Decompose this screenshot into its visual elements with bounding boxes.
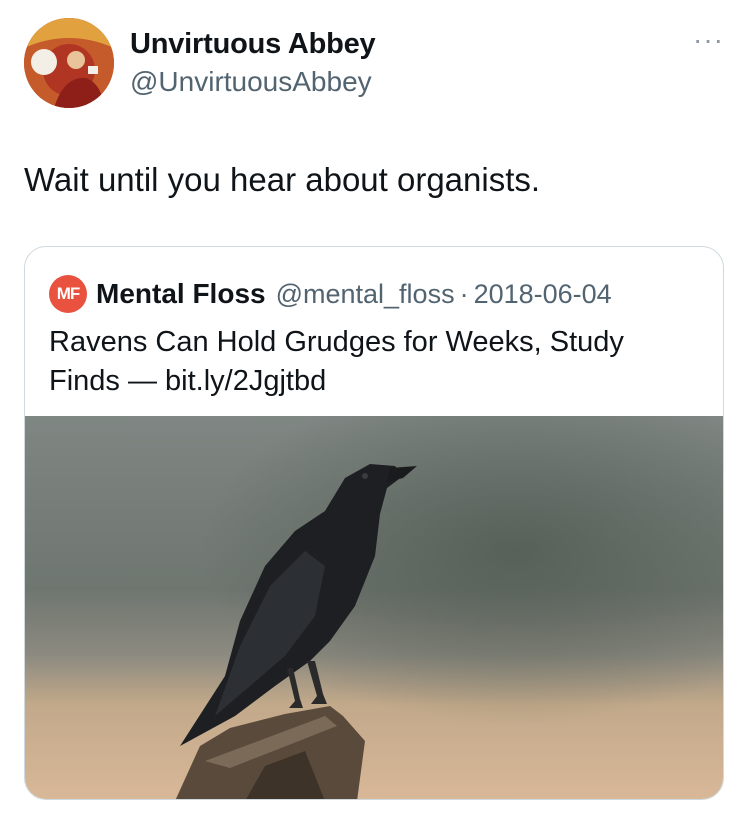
author-avatar[interactable]: [24, 18, 114, 108]
quoted-tweet-header: MF Mental Floss @mental_floss · 2018-06-…: [49, 275, 612, 313]
raven-photo: [25, 416, 723, 799]
quoted-author-avatar[interactable]: MF: [49, 275, 87, 313]
tweet-text: Wait until you hear about organists.: [24, 161, 541, 198]
quoted-tweet-date[interactable]: 2018-06-04: [474, 279, 612, 310]
quoted-author-handle[interactable]: @mental_floss: [276, 279, 455, 310]
more-horizontal-icon: ···: [693, 24, 724, 55]
more-options-button[interactable]: ···: [693, 26, 724, 54]
author-handle[interactable]: @UnvirtuousAbbey: [130, 66, 372, 98]
quoted-tweet-text: Ravens Can Hold Grudges for Weeks, Study…: [49, 326, 624, 397]
quoted-author-name[interactable]: Mental Floss: [96, 278, 266, 310]
author-display-name[interactable]: Unvirtuous Abbey: [130, 28, 376, 61]
quoted-tweet-image[interactable]: [25, 416, 723, 799]
separator-dot: ·: [459, 278, 469, 309]
quoted-tweet-card[interactable]: MF Mental Floss @mental_floss · 2018-06-…: [24, 246, 724, 800]
author-avatar-image: [24, 18, 114, 108]
quoted-author-avatar-initials: MF: [56, 284, 81, 303]
